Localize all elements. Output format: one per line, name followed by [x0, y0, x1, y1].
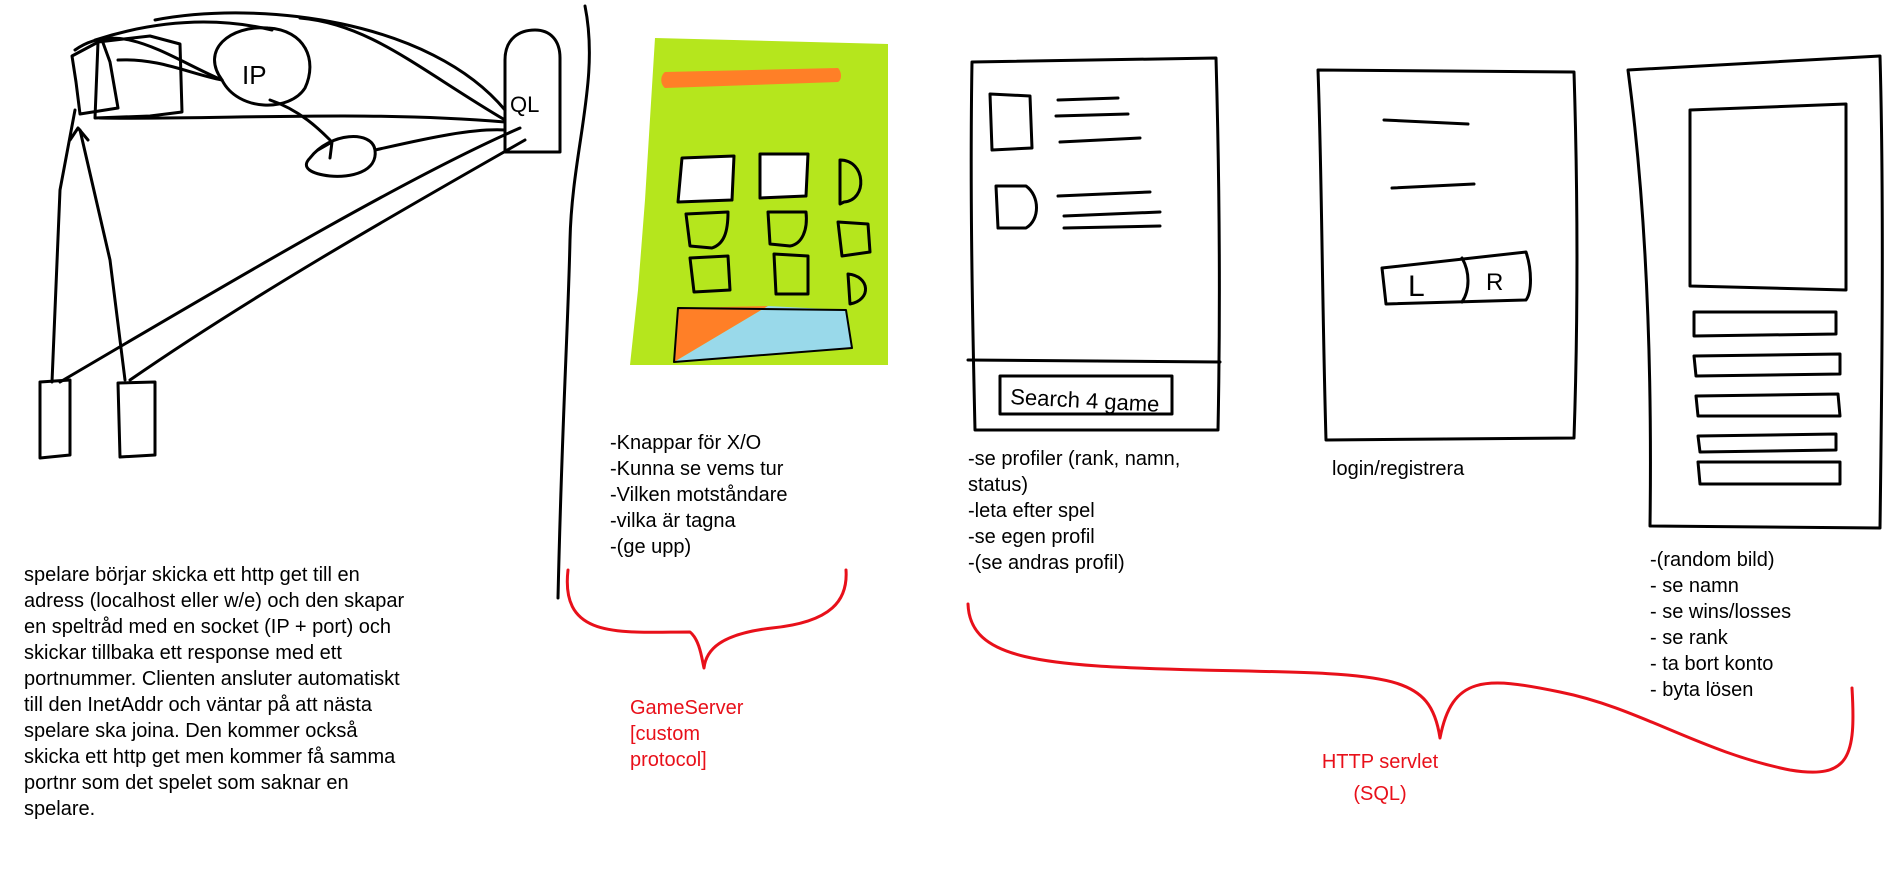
login-username-line	[1382, 118, 1470, 126]
client-lifeline-mid	[78, 128, 127, 382]
lobby-name-line-2b	[1062, 210, 1162, 218]
profile-row-4	[1696, 432, 1838, 454]
connection-8	[373, 128, 507, 152]
login-button: L	[1408, 270, 1425, 303]
board-cell-2	[758, 152, 810, 200]
login-screen-sketch: L R	[1316, 68, 1579, 442]
connection-3	[116, 58, 224, 82]
login-screen-caption: login/registrera	[1332, 458, 1465, 480]
login-register-box	[1380, 250, 1532, 306]
lobby-avatar-2	[994, 184, 1038, 230]
section-divider	[556, 4, 591, 600]
architecture-description: spelare börjar skicka ett http get till …	[24, 564, 405, 820]
lobby-name-line-1c	[1058, 136, 1142, 144]
profile-row-5	[1696, 460, 1842, 486]
gameserver-label: GameServer [custom protocol]	[630, 697, 744, 771]
profile-screen-sketch	[1626, 54, 1884, 530]
game-screen-notes: -Knappar för X/O -Kunna se vems tur -Vil…	[610, 432, 788, 558]
lobby-name-line-1b	[1054, 112, 1130, 118]
login-password-line	[1390, 182, 1476, 190]
lobby-screen-sketch: Search 4 game	[966, 56, 1222, 432]
architecture-sketch: IP QL	[38, 4, 591, 600]
lobby-name-line-2c	[1062, 224, 1162, 230]
player-client-1	[38, 378, 72, 460]
lobby-name-line-2a	[1056, 190, 1152, 198]
connection-7	[268, 98, 332, 142]
game-screen-sketch	[630, 38, 888, 365]
login-register-divider	[1460, 256, 1470, 304]
search-label: Search 4 game	[1010, 384, 1160, 417]
connection-4	[153, 11, 507, 112]
profile-frame	[1626, 54, 1884, 530]
thread-node	[304, 135, 377, 178]
login-frame	[1316, 68, 1579, 442]
profile-row-2	[1692, 352, 1842, 378]
profile-row-3	[1694, 392, 1842, 418]
ip-node-label: IP	[242, 60, 267, 90]
board-cell-1	[676, 154, 736, 204]
profile-picture	[1688, 102, 1848, 292]
sql-node-label: QL	[510, 92, 539, 117]
sql-node	[503, 28, 562, 154]
lobby-name-line-1a	[1056, 96, 1120, 102]
player-connection-1	[58, 126, 522, 384]
client-box-back	[93, 34, 184, 120]
connection-5	[298, 16, 507, 122]
register-button: R	[1486, 269, 1503, 296]
lobby-screen-notes: -se profiler (rank, namn, status) -leta …	[968, 448, 1181, 574]
http-servlet-label: HTTP servlet (SQL)	[1321, 751, 1439, 805]
arrow-to-thread	[316, 140, 334, 160]
gameserver-brace	[565, 568, 848, 670]
lobby-avatar-1	[988, 92, 1034, 152]
player-client-2	[116, 380, 157, 459]
lobby-divider	[966, 358, 1222, 364]
client-lifeline-left	[50, 108, 77, 384]
profile-row-1	[1692, 310, 1838, 338]
profile-screen-notes: -(random bild) - se namn - se wins/losse…	[1650, 549, 1792, 701]
